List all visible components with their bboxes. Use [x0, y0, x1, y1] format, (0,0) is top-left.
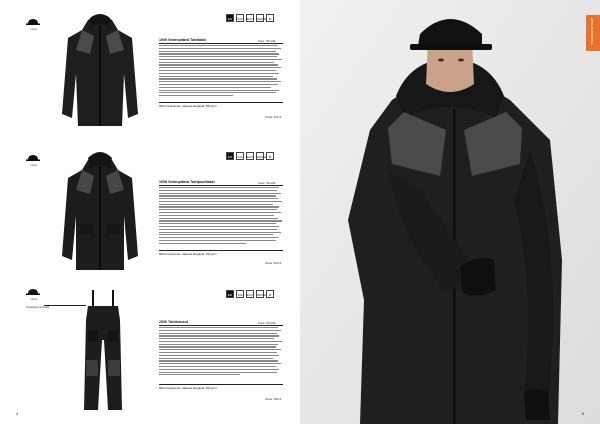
- title-rule: [159, 325, 283, 326]
- wash-icon: WASH: [256, 290, 266, 298]
- note-rule: [159, 250, 283, 251]
- callout-label: Irrotettavat henkselit: [26, 306, 50, 309]
- cap-label: Narvik: [30, 164, 38, 167]
- product-description: [159, 187, 283, 245]
- recycle-icon: ♻: [266, 152, 274, 160]
- wash-icon: WASH: [256, 14, 266, 22]
- standard-icon: 343: [236, 152, 244, 160]
- product-description: [159, 327, 283, 377]
- eco-icon: ECO: [246, 152, 254, 160]
- left-page: Narvik EN 343 ECO WASH ♻ 1009 Vedenpitäv…: [0, 0, 300, 424]
- product-title: 1008 Vedenpitävä Talvipuolitakki: [159, 180, 215, 184]
- product-price: Hinta: 229 €: [265, 115, 282, 119]
- recycle-icon: ♻: [266, 290, 274, 298]
- cap-icon: [26, 289, 40, 295]
- wash-icon: WASH: [256, 152, 266, 160]
- right-page: TALVIVAATTEET 5: [300, 0, 600, 424]
- winter-trousers-image: [84, 290, 122, 410]
- model-photo: [300, 0, 600, 424]
- winter-jacket-image: [62, 14, 138, 126]
- product-sizes: Koot: XS-4XL: [258, 38, 277, 43]
- note-rule: [159, 384, 283, 385]
- feature-icons: EN 343 ECO WASH ♻: [226, 152, 274, 160]
- product-price: Hinta: 229 €: [265, 261, 282, 265]
- certification-icon: EN: [226, 152, 234, 160]
- page-number: 4: [16, 411, 19, 416]
- recycle-icon: ♻: [266, 14, 274, 22]
- feature-icons: EN 343 ECO WASH ♻: [226, 14, 274, 22]
- eco-icon: ECO: [246, 290, 254, 298]
- category-tab-label: TALVIVAATTEET: [590, 18, 594, 45]
- cap-label: Narvik: [30, 28, 38, 31]
- eco-icon: ECO: [246, 14, 254, 22]
- fabric-note: 996 Kuviopainote, takaosa kangasta: 350 …: [159, 103, 217, 108]
- certification-icon: EN: [226, 290, 234, 298]
- feature-icons: EN 343 ECO WASH ♻: [226, 290, 274, 298]
- standard-icon: 343: [236, 14, 244, 22]
- cap-icon: [26, 19, 40, 25]
- product-section-1: Narvik EN 343 ECO WASH ♻ 1009 Vedenpitäv…: [0, 0, 300, 140]
- product-description: [159, 45, 283, 98]
- product-title: 1009 Vedenpitävä Talvitakki: [159, 38, 207, 42]
- certification-icon: EN: [226, 14, 234, 22]
- note-rule: [159, 102, 283, 103]
- standard-icon: 343: [236, 290, 244, 298]
- product-sizes: Koot: XS-4XL: [258, 320, 277, 325]
- title-rule: [159, 185, 283, 186]
- catalog-spread: Narvik EN 343 ECO WASH ♻ 1009 Vedenpitäv…: [0, 0, 600, 424]
- cap-label: Narvik: [30, 298, 38, 301]
- title-rule: [159, 43, 283, 44]
- product-section-3: Narvik Irrotettavat henkselit EN 343 ECO…: [0, 280, 300, 424]
- winter-parka-image: [62, 152, 138, 270]
- product-price: Hinta: 189 €: [265, 397, 282, 401]
- fabric-note: 996 Kuviopainote, takaosa kangasta: 350 …: [159, 251, 217, 256]
- category-tab: TALVIVAATTEET: [586, 15, 600, 51]
- product-section-2: Narvik EN 343 ECO WASH ♻ 1008 Vedenpitäv…: [0, 140, 300, 280]
- product-sizes: Koot: XS-4XL: [258, 180, 277, 185]
- product-title: 2536 Talvihousut: [159, 320, 188, 324]
- cap-icon: [26, 155, 40, 161]
- fabric-note: 996 Kuviopainote, takaosa kangasta: 250 …: [159, 385, 217, 390]
- page-number: 5: [581, 411, 584, 416]
